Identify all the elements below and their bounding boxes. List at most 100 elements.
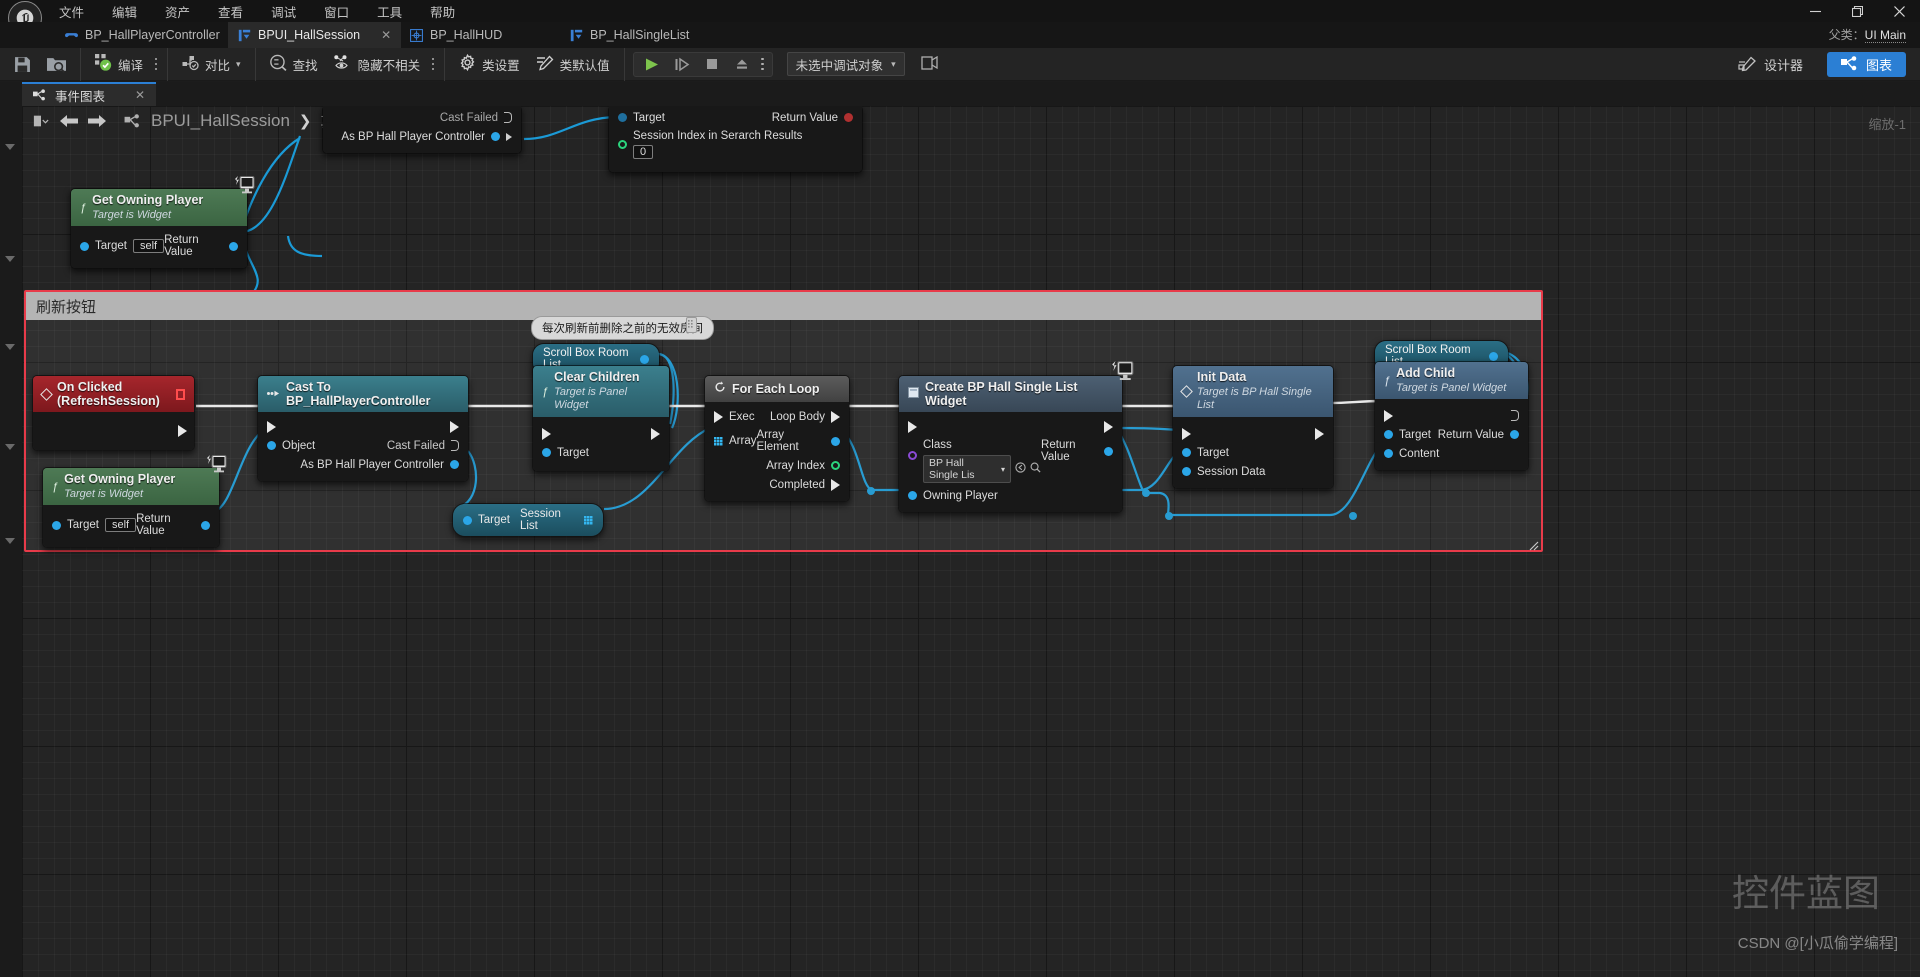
blueprint-graph-canvas[interactable]: BPUI_HallSession ❯ 事件图表 缩放-1 (0, 106, 1920, 977)
diff-button[interactable]: 对比 ▾ (174, 51, 249, 78)
class-pin-icon[interactable] (908, 451, 917, 460)
hide-unrelated-options-button[interactable] (428, 54, 438, 74)
pin-session-data[interactable]: Session Data (1182, 466, 1265, 478)
pin-cast-failed[interactable]: Cast Failed (440, 112, 512, 124)
object-pin-icon[interactable] (450, 460, 459, 469)
clear-children-node[interactable]: ƒ Clear Children Target is Panel Widget … (532, 365, 670, 472)
class-settings-button[interactable]: 类设置 (451, 51, 528, 78)
node-header[interactable]: ƒ Get Owning Player Target is Widget (71, 189, 247, 226)
pin-target[interactable]: Target self (52, 518, 136, 532)
struct-pin-icon[interactable] (1182, 467, 1191, 476)
graph-mode-button[interactable]: 图表 (1827, 52, 1906, 77)
maximize-button[interactable] (1836, 0, 1878, 22)
pin-return-value[interactable]: Return Value (1438, 429, 1519, 441)
exec-in-pin-icon[interactable] (542, 428, 551, 440)
menu-file[interactable]: 文件 (55, 0, 88, 23)
pin-owning-player[interactable]: Owning Player (908, 490, 998, 502)
menu-tools[interactable]: 工具 (373, 0, 406, 23)
struct-pin-icon[interactable] (844, 113, 853, 122)
parent-class-value[interactable]: UI Main (1865, 28, 1906, 43)
exec-out-pin-icon[interactable] (504, 112, 512, 123)
exec-in-pin-icon[interactable] (1384, 410, 1393, 422)
int-pin-icon[interactable] (618, 140, 627, 149)
array-pin-icon[interactable] (584, 516, 593, 525)
class-select[interactable]: BP Hall Single Lis ▾ (923, 455, 1011, 483)
exec-out-pin-icon[interactable] (178, 425, 187, 437)
comment-title-bar[interactable]: 刷新按钮 (26, 292, 1541, 320)
node-header[interactable]: Cast To BP_HallPlayerController (258, 376, 468, 412)
object-pin-icon[interactable] (1384, 430, 1393, 439)
compile-options-button[interactable] (151, 54, 161, 74)
object-pin-icon[interactable] (229, 242, 238, 251)
exec-out-pin-icon[interactable] (451, 440, 459, 451)
find-button[interactable]: 查找 (262, 51, 326, 78)
pin-target[interactable]: Target (542, 447, 589, 459)
pin-target[interactable]: Target (618, 112, 665, 124)
pin-session-index-in-search-results[interactable]: Session Index in Serarch Results 0 (618, 130, 802, 159)
find-sessions-result-node[interactable]: Target Return Value Session Index in Ser… (608, 106, 863, 173)
asset-tab-bp-hallplayercontroller[interactable]: BP_HallPlayerController (55, 22, 230, 48)
debug-object-select[interactable]: 未选中调试对象 ▾ (787, 52, 905, 76)
object-pin-icon[interactable] (1182, 448, 1191, 457)
rail-collapse-icon-2[interactable] (5, 256, 15, 262)
pin-value-input[interactable]: self (133, 239, 164, 253)
menu-debug[interactable]: 调试 (267, 0, 300, 23)
node-header[interactable]: For Each Loop (705, 376, 849, 402)
class-defaults-button[interactable]: 类默认值 (528, 51, 618, 78)
hide-unrelated-button[interactable]: 隐藏不相关 (326, 51, 429, 78)
node-header[interactable]: On Clicked (RefreshSession) (33, 376, 194, 412)
exec-out-pin-icon[interactable] (831, 479, 840, 491)
get-owning-player-bottom[interactable]: ƒ Get Owning Player Target is Widget Tar… (42, 467, 220, 548)
object-pin-icon[interactable] (491, 132, 500, 141)
object-pin-icon[interactable] (1489, 352, 1498, 361)
asset-tab-bpui-hallsession[interactable]: BPUI_HallSession ✕ (228, 22, 401, 48)
init-data-node[interactable]: Init Data Target is BP Hall Single List … (1172, 365, 1334, 489)
object-pin-icon[interactable] (463, 516, 472, 525)
object-pin-icon[interactable] (542, 448, 551, 457)
exec-in-pin-icon[interactable] (908, 421, 917, 433)
eject-button[interactable] (728, 53, 756, 76)
exec-in-pin-icon[interactable] (1182, 428, 1191, 440)
back-button[interactable] (56, 109, 82, 133)
exec-in-pin-icon[interactable] (714, 411, 723, 423)
exec-out-pin-icon[interactable] (831, 411, 840, 423)
get-owning-player-top[interactable]: ƒ Get Owning Player Target is Widget Tar… (70, 188, 248, 269)
pin-exec[interactable]: Exec (714, 411, 755, 423)
pin-value-input[interactable]: 0 (633, 145, 653, 159)
pin-object[interactable]: Object (267, 440, 315, 452)
pin-array-element[interactable]: Array Element (756, 429, 840, 453)
pin-target[interactable]: Target (1384, 429, 1431, 441)
rail-collapse-icon-5[interactable] (5, 538, 15, 544)
node-header[interactable]: Target Session List (453, 504, 603, 536)
rail-collapse-icon-4[interactable] (5, 444, 15, 450)
session-list-getter[interactable]: Target Session List (452, 503, 604, 537)
compile-button[interactable]: 编译 (87, 51, 151, 78)
rail-collapse-icon-3[interactable] (5, 344, 15, 350)
exec-out-pin-icon[interactable] (1104, 421, 1113, 433)
event-delegate-icon[interactable] (176, 389, 185, 400)
pin-array-index[interactable]: Array Index (766, 460, 840, 472)
node-header[interactable]: ƒ Get Owning Player Target is Widget (43, 468, 219, 505)
graph-tab-close-icon[interactable]: ✕ (135, 88, 145, 102)
pin-array[interactable]: Array (714, 435, 756, 447)
object-pin-icon[interactable] (80, 242, 89, 251)
asset-tab-close-icon[interactable]: ✕ (381, 28, 391, 42)
graph-tab-event-graph[interactable]: 事件图表 ✕ (22, 82, 156, 106)
debug-filter-button[interactable] (913, 51, 946, 78)
pin-value-input[interactable]: self (105, 518, 136, 532)
step-button[interactable] (668, 53, 696, 76)
menu-view[interactable]: 查看 (214, 0, 247, 23)
menu-window[interactable]: 窗口 (320, 0, 353, 23)
menu-help[interactable]: 帮助 (426, 0, 459, 23)
object-pin-icon[interactable] (618, 113, 627, 122)
graph-list-icon[interactable] (28, 109, 54, 133)
object-pin-icon[interactable] (640, 355, 649, 364)
asset-tab-bp-hallhud[interactable]: BP_HallHUD (400, 22, 512, 48)
object-pin-icon[interactable] (1104, 447, 1113, 456)
object-pin-icon[interactable] (267, 441, 276, 450)
pin-target[interactable]: Target self (80, 239, 164, 253)
node-header[interactable]: ƒ Clear Children Target is Panel Widget (533, 366, 669, 417)
forward-button[interactable] (84, 109, 110, 133)
pin-content[interactable]: Content (1384, 448, 1439, 460)
pin-target[interactable]: Target (1182, 447, 1229, 459)
